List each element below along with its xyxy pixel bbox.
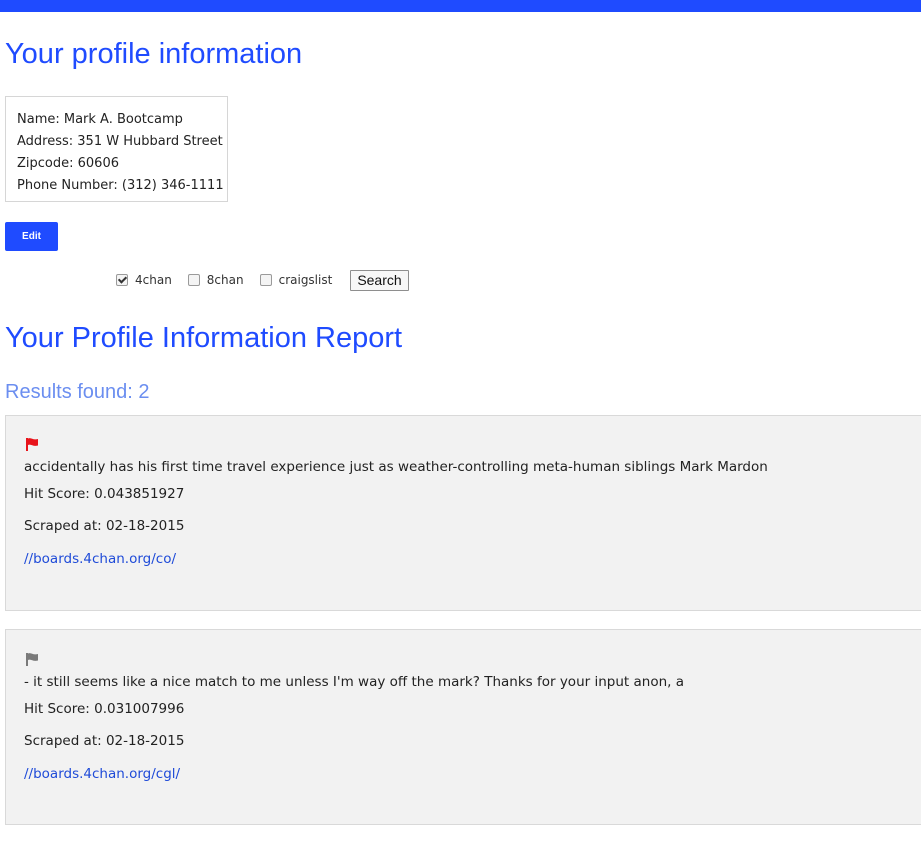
- profile-name: Name: Mark A. Bootcamp: [17, 112, 183, 127]
- scraped-at: Scraped at: 02-18-2015: [24, 733, 185, 749]
- report-title: Your Profile Information Report: [5, 322, 403, 354]
- scraped-at: Scraped at: 02-18-2015: [24, 518, 185, 534]
- result-snippet: accidentally has his first time travel e…: [24, 459, 768, 475]
- checkbox-8chan[interactable]: [187, 274, 200, 286]
- top-bar: [0, 0, 921, 12]
- result-snippet: - it still seems like a nice match to me…: [24, 674, 684, 690]
- hit-score: Hit Score: 0.031007996: [24, 701, 185, 717]
- checkbox-craigslist[interactable]: [259, 274, 272, 286]
- flag-icon[interactable]: [25, 652, 39, 666]
- filter-label-8chan: 8chan: [206, 273, 244, 287]
- edit-button[interactable]: Edit: [5, 222, 58, 251]
- source-filters: 4chan 8chan craigslist Search: [113, 269, 409, 291]
- result-card: accidentally has his first time travel e…: [5, 415, 921, 611]
- page-title: Your profile information: [5, 38, 303, 70]
- hit-score: Hit Score: 0.043851927: [24, 486, 185, 502]
- results-count: Results found: 2: [5, 381, 150, 403]
- profile-info-box: Name: Mark A. Bootcamp Address: 351 W Hu…: [5, 96, 228, 202]
- filter-label-craigslist: craigslist: [278, 273, 333, 287]
- profile-phone: Phone Number: (312) 346-1111: [17, 178, 224, 193]
- result-link[interactable]: //boards.4chan.org/cgl/: [24, 766, 180, 782]
- profile-address: Address: 351 W Hubbard Street: [17, 134, 223, 149]
- checkbox-4chan[interactable]: [116, 274, 128, 286]
- result-card: - it still seems like a nice match to me…: [5, 629, 921, 825]
- result-link[interactable]: //boards.4chan.org/co/: [24, 551, 176, 567]
- flag-cloth: [28, 653, 38, 661]
- flag-pole: [26, 438, 28, 451]
- filter-label-4chan: 4chan: [135, 273, 172, 287]
- flag-cloth: [28, 438, 38, 446]
- search-button[interactable]: Search: [350, 269, 409, 291]
- flag-icon[interactable]: [25, 437, 39, 451]
- profile-zipcode: Zipcode: 60606: [17, 156, 119, 171]
- flag-pole: [26, 653, 28, 666]
